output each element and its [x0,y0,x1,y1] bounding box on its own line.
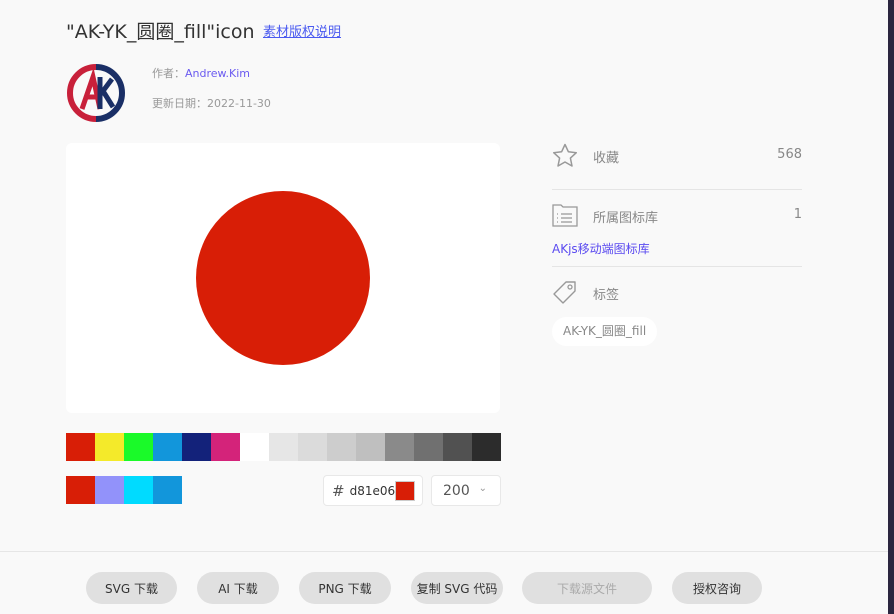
color-value: d81e06 [349,483,396,498]
color-swatch[interactable] [327,433,356,461]
folder-list-icon [552,204,578,227]
library-label: 所属图标库 [593,211,659,226]
date-row: 更新日期：2022-11-30 [152,95,271,111]
page-title: "AK-YK_圆圈_fill"icon [66,21,255,43]
circle-icon [196,191,370,365]
library-count: 1 [793,207,802,222]
tags-row: 标签 [552,280,802,306]
svg-download-button[interactable]: SVG 下载 [86,572,177,604]
color-swatch[interactable] [443,433,472,461]
color-swatch[interactable] [182,433,211,461]
color-swatch[interactable] [153,476,182,504]
color-swatch[interactable] [240,433,269,461]
color-input[interactable]: # d81e06 [323,475,423,506]
favorites-row[interactable]: 收藏 568 [552,143,802,169]
library-link[interactable]: AKjs移动端图标库 [552,240,650,257]
color-swatch[interactable] [385,433,414,461]
tag-chip[interactable]: AK-YK_圆圈_fill [552,317,658,346]
size-select[interactable]: 200 ⌄ [431,475,501,506]
color-swatch[interactable] [124,433,153,461]
color-preview-chip[interactable] [395,481,415,501]
favorites-count: 568 [777,147,802,162]
author-label: 作者： [152,67,185,80]
size-value: 200 [443,482,470,499]
color-swatch[interactable] [414,433,443,461]
license-inquiry-button[interactable]: 授权咨询 [672,572,762,604]
download-source-button[interactable]: 下载源文件 [522,572,652,604]
author-row: 作者：Andrew.Kim [152,65,250,81]
divider [552,266,802,267]
color-swatch[interactable] [95,433,124,461]
author-avatar[interactable] [66,63,126,123]
color-swatch[interactable] [298,433,327,461]
hash-symbol: # [332,481,345,500]
license-link[interactable]: 素材版权说明 [263,21,341,40]
color-swatch[interactable] [124,476,153,504]
update-date: 2022-11-30 [207,97,271,110]
favorites-label: 收藏 [593,151,620,166]
scrollbar[interactable] [888,0,894,614]
copy-svg-code-button[interactable]: 复制 SVG 代码 [411,572,503,604]
color-swatch[interactable] [153,433,182,461]
icon-preview [66,143,500,413]
ai-download-button[interactable]: AI 下载 [197,572,279,604]
png-download-button[interactable]: PNG 下载 [299,572,391,604]
color-swatch[interactable] [95,476,124,504]
date-label: 更新日期： [152,97,207,110]
color-swatch[interactable] [211,433,240,461]
tags-label: 标签 [593,288,620,303]
color-swatch[interactable] [66,476,95,504]
tag-icon [553,281,576,304]
library-row: 所属图标库 1 [552,203,802,229]
chevron-down-icon: ⌄ [478,483,487,494]
star-icon[interactable] [552,143,578,168]
color-swatch[interactable] [356,433,385,461]
author-link[interactable]: Andrew.Kim [185,67,250,80]
color-swatch[interactable] [269,433,298,461]
footer-divider [0,551,888,552]
color-swatch[interactable] [472,433,501,461]
divider [552,189,802,190]
color-swatch[interactable] [66,433,95,461]
